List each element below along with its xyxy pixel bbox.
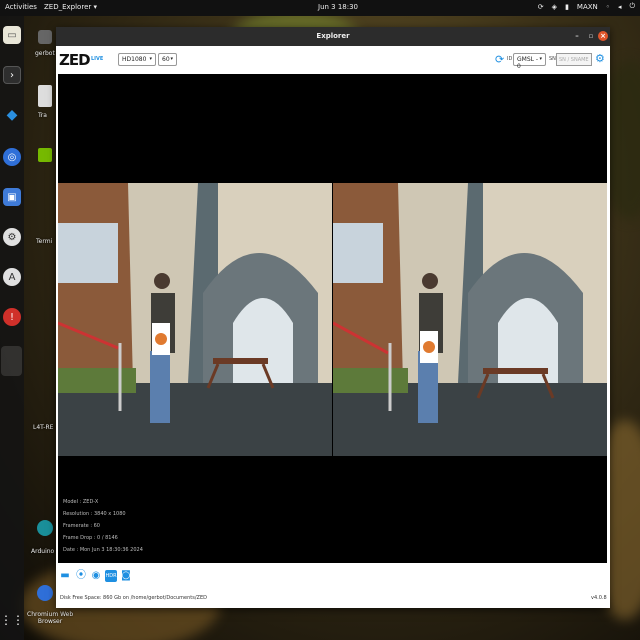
- desktop-arduino-icon[interactable]: [37, 520, 53, 536]
- nvidia-icon[interactable]: ◈: [552, 3, 557, 11]
- vscode-icon[interactable]: ◆: [3, 106, 21, 124]
- screenshot-icon[interactable]: ▣: [3, 188, 21, 206]
- terminal-icon[interactable]: ›: [3, 66, 21, 84]
- volume-icon[interactable]: ◂: [618, 3, 622, 11]
- network-icon[interactable]: ⟳: [538, 3, 544, 11]
- camera-model-info: Model : ZED-X: [63, 499, 99, 505]
- dock: ▭ › ◆ ◎ ▣ ⚙ A ! ⋮⋮: [0, 16, 24, 640]
- clock[interactable]: Jun 3 18:30: [318, 3, 358, 11]
- folder-icon[interactable]: ▭: [3, 26, 21, 44]
- camera-select[interactable]: GMSL - 0 ▾: [513, 53, 546, 70]
- camera-resolution-info: Resolution : 3840 x 1080: [63, 511, 126, 517]
- hdr-icon[interactable]: HDR: [105, 570, 117, 582]
- serial-number-input[interactable]: SN / SNAME: [556, 53, 592, 66]
- disk-space-status: Disk Free Space: 860 Gb on /home/gerbot/…: [60, 595, 207, 601]
- system-tray[interactable]: ⟳ ◈ ▮ MAXN ◦ ◂ ⏻: [538, 2, 635, 11]
- desktop-label-trash[interactable]: Tra: [38, 112, 47, 119]
- desktop-home-icon[interactable]: [38, 30, 52, 44]
- chevron-down-icon: ▾: [170, 56, 173, 62]
- resolution-value: HD1080: [122, 56, 147, 63]
- camera-date-info: Date : Mon Jun 3 18:30:36 2024: [63, 547, 143, 553]
- version-label: v4.0.8: [591, 595, 607, 601]
- video-viewer[interactable]: Model : ZED-X Resolution : 3840 x 1080 F…: [58, 74, 607, 563]
- software-icon[interactable]: A: [3, 268, 21, 286]
- refresh-icon[interactable]: ⟳: [495, 53, 504, 66]
- camera-frame-drop-info: Frame Drop : 0 / 8146: [63, 535, 118, 541]
- desktop-label-home[interactable]: gerbot: [35, 50, 55, 57]
- sn-label: SN: [549, 56, 556, 62]
- fps-select[interactable]: 60 ▾: [158, 53, 177, 66]
- bottom-toolbar: ▬ ⦿ ◉ HDR ◙ Disk Free Space: 860 Gb on /…: [56, 565, 610, 608]
- power-mode-label[interactable]: MAXN: [577, 3, 598, 11]
- left-scene-image: [58, 183, 332, 456]
- folder-icon[interactable]: ▬: [59, 570, 71, 582]
- camera-framerate-info: Framerate : 60: [63, 523, 100, 529]
- power-icon[interactable]: ⏻: [629, 2, 635, 11]
- window-titlebar[interactable]: Explorer – ▫ ×: [56, 27, 610, 46]
- right-scene-image: [333, 183, 607, 456]
- resolution-select[interactable]: HD1080 ▾: [118, 53, 156, 66]
- clipboard-icon[interactable]: ▮: [565, 3, 569, 11]
- desktop-label-l4t[interactable]: L4T-RE: [33, 424, 53, 431]
- live-badge: LIVE: [91, 56, 104, 62]
- zed-logo: ZED: [59, 51, 91, 69]
- grid-icon[interactable]: ⋮⋮: [0, 611, 24, 629]
- settings-icon[interactable]: ⚙: [3, 228, 21, 246]
- chevron-down-icon: ▾: [539, 56, 542, 62]
- help-icon[interactable]: !: [3, 308, 21, 326]
- id-label: ID: [507, 56, 513, 62]
- system-top-bar: Activities ZED_Explorer ▾ Jun 3 18:30 ⟳ …: [0, 0, 640, 16]
- minimize-icon[interactable]: –: [572, 31, 582, 41]
- settings-gear-icon[interactable]: ⚙: [595, 52, 605, 65]
- desktop-chromium-icon[interactable]: [37, 585, 53, 601]
- maximize-icon[interactable]: ▫: [586, 31, 596, 41]
- active-window-indicator[interactable]: [1, 346, 22, 376]
- close-icon[interactable]: ×: [598, 31, 608, 41]
- camera-snapshot-icon[interactable]: ◙: [120, 570, 132, 582]
- app-menu[interactable]: ZED_Explorer ▾: [44, 3, 97, 11]
- explorer-window: Explorer – ▫ × ZED LIVE HD1080 ▾ 60 ▾ ⟳ …: [56, 27, 610, 608]
- camera-value: GMSL - 0: [517, 56, 539, 70]
- window-title: Explorer: [316, 32, 350, 40]
- activities-button[interactable]: Activities: [5, 3, 37, 11]
- left-camera-feed: [58, 183, 332, 456]
- stream-icon[interactable]: ⦿: [75, 570, 87, 582]
- desktop-label-chromium[interactable]: Chromium Web Browser: [27, 611, 73, 625]
- desktop-label-terminal[interactable]: Termi: [36, 238, 52, 245]
- desktop-trash-icon[interactable]: [38, 85, 52, 107]
- wifi-icon[interactable]: ◦: [606, 3, 610, 11]
- fps-value: 60: [162, 56, 170, 63]
- chromium-icon[interactable]: ◎: [3, 148, 21, 166]
- right-camera-feed: [333, 183, 607, 456]
- desktop-nvidia-icon[interactable]: [38, 148, 52, 162]
- toolbar: ZED LIVE HD1080 ▾ 60 ▾ ⟳ ID GMSL - 0 ▾ S…: [56, 46, 610, 74]
- record-icon[interactable]: ◉: [90, 570, 102, 582]
- chevron-down-icon: ▾: [149, 56, 152, 62]
